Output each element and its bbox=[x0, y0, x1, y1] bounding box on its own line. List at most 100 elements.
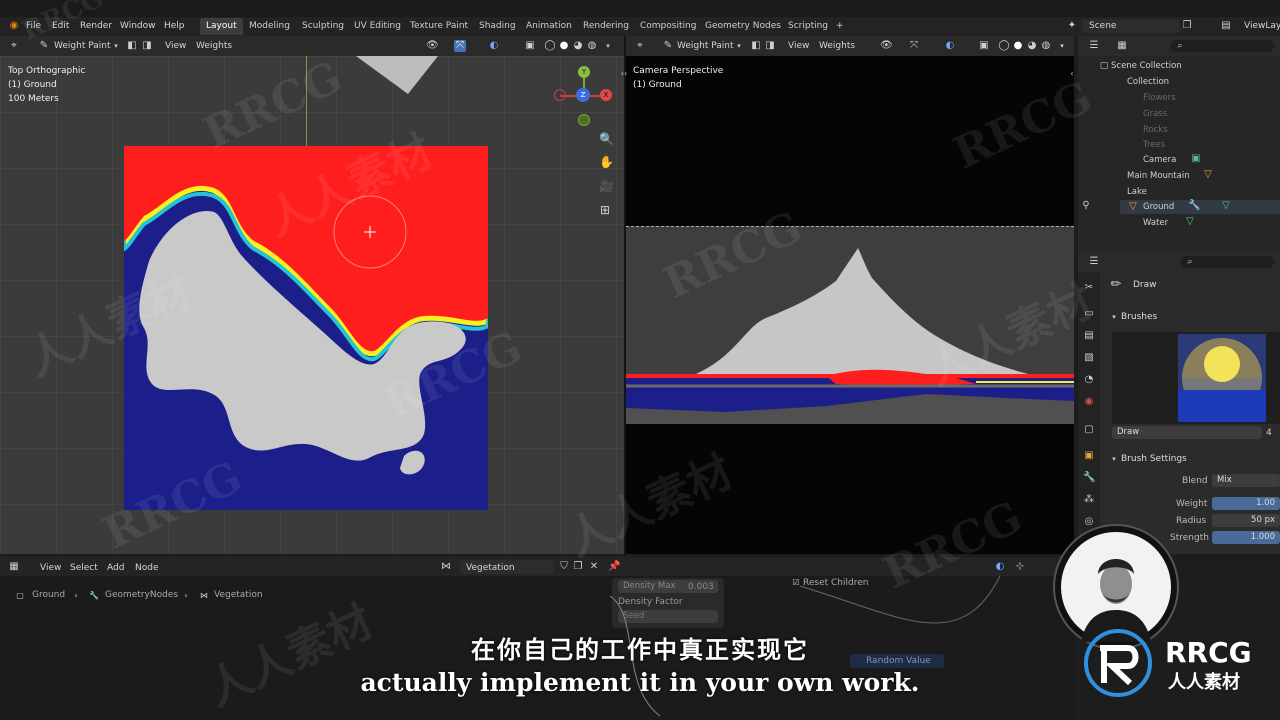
physics-tab-icon[interactable]: ◎ bbox=[1083, 516, 1095, 528]
fake-user-shield-icon[interactable]: ⛉ bbox=[558, 561, 570, 573]
tab-scripting[interactable]: Scripting bbox=[782, 18, 834, 35]
gizmo-toggle-icon-right[interactable]: ⤧ bbox=[908, 40, 920, 52]
visibility-icon[interactable]: 👁 bbox=[426, 40, 439, 52]
scene-tab-icon[interactable]: ◔ bbox=[1083, 374, 1095, 386]
tab-rendering[interactable]: Rendering bbox=[577, 18, 635, 35]
zoom-icon[interactable]: 🔍 bbox=[599, 133, 614, 145]
node-menu-select[interactable]: Select bbox=[70, 563, 98, 573]
menu-window[interactable]: Window bbox=[120, 21, 156, 31]
editor-type-icon[interactable]: ⌖ bbox=[8, 40, 20, 52]
vertex-mask-icon[interactable]: ◨ bbox=[141, 40, 153, 52]
node-overlay-icon[interactable]: ◐ bbox=[994, 561, 1006, 573]
gizmo-x-axis[interactable]: X bbox=[600, 89, 612, 101]
strength-slider[interactable]: 1.000 bbox=[1212, 531, 1280, 544]
collapse-arrow-left-icon[interactable]: ‹› bbox=[618, 68, 630, 80]
gizmo-toggle-icon[interactable]: ⤧ bbox=[454, 40, 466, 52]
xray-icon[interactable]: ▣ bbox=[524, 40, 536, 52]
weight-paint-mode-icon-right[interactable]: ✎ bbox=[662, 40, 674, 52]
tab-texture-paint[interactable]: Texture Paint bbox=[404, 18, 474, 35]
outliner-item-grass[interactable]: Grass bbox=[1143, 109, 1167, 119]
properties-editor-icon[interactable]: ☰ bbox=[1088, 256, 1100, 268]
gizmo-neg-y[interactable] bbox=[578, 114, 590, 126]
ortho-grid-icon[interactable]: ⊞ bbox=[599, 204, 611, 216]
mask-toggle-icon-right[interactable]: ◧ bbox=[750, 40, 762, 52]
collection-tab-icon[interactable]: ▢ bbox=[1083, 424, 1095, 436]
right-mode-selector[interactable]: Weight Paint bbox=[677, 41, 734, 51]
brush-name-field[interactable]: Draw bbox=[1112, 426, 1262, 439]
outliner-item-flowers[interactable]: Flowers bbox=[1143, 93, 1176, 103]
breadcrumb-geometry-nodes[interactable]: GeometryNodes bbox=[105, 590, 178, 600]
outliner-filter-side-icon[interactable]: ⚲ bbox=[1080, 200, 1092, 212]
output-tab-icon[interactable]: ▤ bbox=[1083, 330, 1095, 342]
shading-rendered-icon-right[interactable]: ◍ bbox=[1040, 40, 1052, 52]
view-layer-tab-icon[interactable]: ▧ bbox=[1083, 352, 1095, 364]
hand-pan-icon[interactable]: ✋ bbox=[599, 156, 614, 168]
outliner-item-camera[interactable]: Camera bbox=[1143, 155, 1176, 165]
tab-shading[interactable]: Shading bbox=[473, 18, 522, 35]
tab-geometry-nodes[interactable]: Geometry Nodes bbox=[699, 18, 787, 35]
editor-type-icon-right[interactable]: ⌖ bbox=[634, 40, 646, 52]
outliner-item-rocks[interactable]: Rocks bbox=[1143, 125, 1168, 135]
node-editor-type-icon[interactable]: ▦ bbox=[8, 561, 20, 573]
radius-field[interactable]: 50 px bbox=[1212, 514, 1280, 527]
node-menu-add[interactable]: Add bbox=[107, 563, 124, 573]
breadcrumb-vegetation[interactable]: Vegetation bbox=[214, 590, 263, 600]
tab-modeling[interactable]: Modeling bbox=[243, 18, 296, 35]
view-layer-icon[interactable]: ▤ bbox=[1220, 20, 1232, 32]
menu-help[interactable]: Help bbox=[164, 21, 185, 31]
blend-dropdown[interactable]: Mix bbox=[1212, 474, 1280, 487]
left-menu-weights[interactable]: Weights bbox=[196, 41, 232, 51]
outliner-item-scene-collection[interactable]: Scene Collection bbox=[1111, 61, 1182, 71]
node-menu-node[interactable]: Node bbox=[135, 563, 159, 573]
left-mode-selector[interactable]: Weight Paint bbox=[54, 41, 111, 51]
modifier-tab-icon[interactable]: 🔧 bbox=[1083, 472, 1095, 484]
brushes-panel-header[interactable]: Brushes bbox=[1121, 312, 1157, 322]
shading-solid-icon[interactable]: ● bbox=[558, 40, 570, 52]
outliner-item-main-mountain[interactable]: Main Mountain bbox=[1127, 171, 1190, 181]
outliner-item-collection[interactable]: Collection bbox=[1127, 77, 1169, 87]
camera-view-icon[interactable]: 🎥 bbox=[599, 180, 614, 192]
overlay-icon[interactable]: ◐ bbox=[488, 40, 500, 52]
tab-animation[interactable]: Animation bbox=[520, 18, 578, 35]
tab-compositing[interactable]: Compositing bbox=[634, 18, 702, 35]
tab-uv-editing[interactable]: UV Editing bbox=[348, 18, 407, 35]
shading-wireframe-icon[interactable]: ◯ bbox=[544, 40, 556, 52]
node-tree-icon[interactable]: ⋈ bbox=[440, 561, 452, 573]
world-tab-icon[interactable]: ◉ bbox=[1083, 396, 1095, 408]
left-menu-view[interactable]: View bbox=[165, 41, 186, 51]
outliner-item-water[interactable]: Water bbox=[1143, 218, 1168, 228]
visibility-icon-right[interactable]: 👁 bbox=[880, 40, 893, 52]
outliner-item-lake[interactable]: Lake bbox=[1127, 187, 1147, 197]
xray-icon-right[interactable]: ▣ bbox=[978, 40, 990, 52]
overlay-icon-right[interactable]: ◐ bbox=[944, 40, 956, 52]
mask-toggle-icon[interactable]: ◧ bbox=[126, 40, 138, 52]
node-menu-view[interactable]: View bbox=[40, 563, 61, 573]
shading-material-icon-right[interactable]: ◕ bbox=[1026, 40, 1038, 52]
brush-thumbnail[interactable] bbox=[1178, 334, 1266, 422]
shading-rendered-icon[interactable]: ◍ bbox=[586, 40, 598, 52]
new-scene-icon[interactable]: ❐ bbox=[1181, 20, 1193, 32]
tab-layout[interactable]: Layout bbox=[200, 18, 243, 35]
node-snap-icon[interactable]: ⊹ bbox=[1014, 561, 1026, 573]
shading-options-icon[interactable]: ▾ bbox=[602, 40, 614, 52]
shading-solid-icon-right[interactable]: ● bbox=[1012, 40, 1024, 52]
outliner-item-trees[interactable]: Trees bbox=[1143, 140, 1165, 150]
outliner-item-ground[interactable]: Ground bbox=[1143, 202, 1174, 212]
pin-icon[interactable]: 📌 bbox=[608, 561, 620, 573]
right-menu-view[interactable]: View bbox=[788, 41, 809, 51]
gizmo-y-axis[interactable]: Y bbox=[578, 66, 590, 78]
gizmo-neg-x[interactable] bbox=[554, 89, 566, 101]
weight-slider[interactable]: 1.00 bbox=[1212, 497, 1280, 510]
outliner-editor-icon[interactable]: ☰ bbox=[1088, 40, 1100, 52]
right-menu-weights[interactable]: Weights bbox=[819, 41, 855, 51]
breadcrumb-ground[interactable]: Ground bbox=[32, 590, 65, 600]
gizmo-z-axis[interactable]: Z bbox=[576, 88, 590, 102]
menu-render[interactable]: Render bbox=[80, 21, 112, 31]
scene-icon[interactable]: ✦ bbox=[1066, 20, 1078, 32]
shading-wireframe-icon-right[interactable]: ◯ bbox=[998, 40, 1010, 52]
brush-settings-header[interactable]: Brush Settings bbox=[1121, 454, 1187, 464]
vertex-mask-icon-right[interactable]: ◨ bbox=[764, 40, 776, 52]
shading-material-icon[interactable]: ◕ bbox=[572, 40, 584, 52]
outliner-filter-icon[interactable]: ▦ bbox=[1116, 40, 1128, 52]
particles-tab-icon[interactable]: ⁂ bbox=[1083, 494, 1095, 506]
